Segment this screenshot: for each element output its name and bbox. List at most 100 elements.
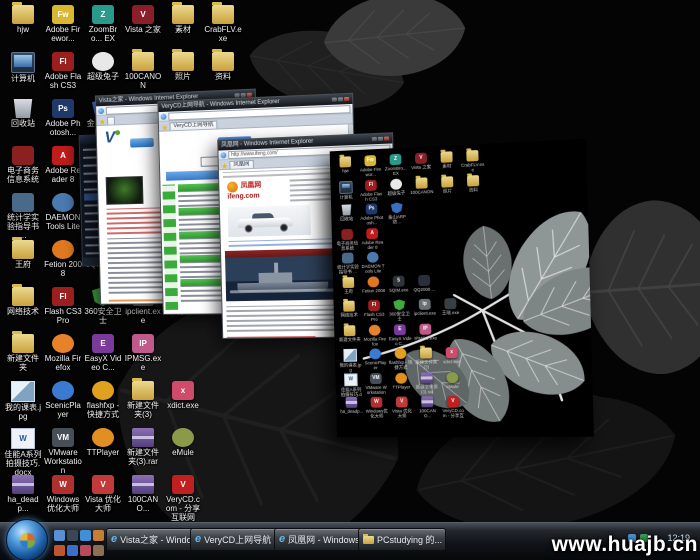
desktop-icon[interactable]: 统计学实验指导书 … bbox=[4, 193, 42, 240]
desktop-icon[interactable]: TTPlayer bbox=[389, 372, 413, 389]
desktop-icon[interactable]: 电子商务信息系统 bbox=[4, 146, 42, 184]
desktop-icon[interactable]: 资料 bbox=[461, 174, 485, 192]
back-icon[interactable] bbox=[98, 107, 104, 113]
desktop-icon[interactable]: FlAdobe Flash CS3 bbox=[359, 179, 383, 202]
desktop-icon[interactable]: PsAdobe Photosh... bbox=[44, 99, 82, 137]
desktop-icon[interactable]: VVeryCD.com - 分享互联网 bbox=[441, 396, 465, 418]
desktop-icon[interactable]: Fetion 2008 bbox=[362, 276, 386, 293]
desktop-icon[interactable]: VVista 之家 bbox=[124, 5, 162, 34]
desktop-icon[interactable]: EEasyX Video C... bbox=[84, 334, 122, 372]
desktop-icon[interactable]: 100CANO... bbox=[124, 475, 162, 513]
back-icon[interactable] bbox=[220, 152, 226, 158]
desktop-icon[interactable]: 网络技术 bbox=[4, 287, 42, 316]
desktop-icon[interactable]: eMule bbox=[440, 371, 464, 388]
desktop-icon[interactable]: FwAdobe Firewor... bbox=[44, 5, 82, 43]
quick-launch-icon[interactable] bbox=[80, 530, 91, 541]
desktop-icon[interactable]: 我的课表.jpg bbox=[339, 349, 363, 373]
desktop-icon[interactable]: 360安全卫士 bbox=[387, 299, 411, 321]
desktop-icon[interactable]: 计算机 bbox=[334, 180, 357, 200]
desktop-icon[interactable]: W佳能A系列拍摄技巧.docx bbox=[339, 373, 363, 397]
desktop-icon[interactable]: 照片 bbox=[435, 175, 459, 193]
flip3d-desktop-panel[interactable]: hjw计算机回收站电子商务信息系统统计学实验指导书 …王府网络技术新建文件夹我的… bbox=[330, 139, 594, 438]
desktop-icon[interactable]: eMule bbox=[164, 428, 202, 457]
desktop-icon[interactable]: QQ2008 ... bbox=[412, 274, 436, 292]
desktop-icon[interactable]: Mozilla Firefox bbox=[44, 334, 82, 372]
desktop-icon[interactable]: flashfxp - 快捷方式 bbox=[389, 348, 413, 370]
taskbar-button[interactable]: e凤凰网 - Windows... bbox=[274, 528, 362, 551]
vista-home-button[interactable] bbox=[130, 138, 154, 148]
desktop-icon[interactable]: 素材 bbox=[164, 5, 202, 34]
desktop-icon[interactable]: IPIPMSG.exe bbox=[124, 334, 162, 372]
desktop-icon[interactable]: ha_deadp... bbox=[4, 475, 42, 513]
desktop-icon[interactable]: 新建文件夹 bbox=[4, 334, 42, 372]
desktop-icon[interactable]: 超级兔子 bbox=[84, 52, 122, 81]
desktop-icon[interactable]: WWindows优化大师 bbox=[365, 397, 389, 419]
desktop-icon[interactable]: AAdobe Reader 8 bbox=[360, 227, 384, 249]
tab-vista-home[interactable] bbox=[107, 116, 115, 124]
desktop-icon[interactable]: CrabFLV.exe bbox=[460, 150, 485, 173]
taskbar-button[interactable]: eVeryCD上网导航 - ... bbox=[190, 528, 278, 551]
desktop-icon[interactable]: FlAdobe Flash CS3 bbox=[44, 52, 82, 90]
desktop-icon[interactable]: 电子商务信息系统 bbox=[336, 228, 360, 250]
tab-ifeng[interactable]: 凤凰网 bbox=[229, 160, 253, 169]
quick-launch-icon[interactable] bbox=[93, 545, 104, 556]
favorites-star-icon[interactable] bbox=[162, 125, 168, 131]
desktop-icon[interactable]: flashfxp - 快捷方式 bbox=[84, 381, 122, 419]
desktop-icon[interactable]: 100CANO... bbox=[415, 396, 439, 418]
desktop-icon[interactable]: ZZoomBro... EX bbox=[84, 5, 122, 43]
desktop-icon[interactable]: VVista 之家 bbox=[409, 152, 433, 170]
desktop-icon[interactable]: FlFlash CS3 Pro bbox=[362, 300, 386, 322]
window-controls[interactable] bbox=[372, 136, 389, 141]
desktop-icon[interactable]: IPIPMSG.exe bbox=[413, 323, 437, 340]
quick-launch-icon[interactable] bbox=[80, 545, 91, 556]
favorites-star-icon[interactable] bbox=[222, 163, 228, 169]
desktop-icon[interactable]: 100CANON bbox=[410, 177, 434, 195]
desktop-icon[interactable]: VMVMware Workstation bbox=[44, 428, 82, 475]
desktop-icon[interactable]: CrabFLV.exe bbox=[204, 5, 242, 43]
desktop-icon[interactable]: 计算机 bbox=[4, 52, 42, 83]
desktop-icon[interactable]: hjw bbox=[334, 156, 357, 174]
desktop-icon[interactable]: VVista 优化大师 bbox=[84, 475, 122, 513]
desktop-icon[interactable]: W佳能A系列拍摄技巧.docx bbox=[4, 428, 42, 477]
desktop-icon[interactable]: 素材 bbox=[435, 151, 459, 169]
desktop-icon[interactable]: 回收站 bbox=[335, 204, 358, 222]
back-icon[interactable] bbox=[161, 113, 167, 119]
desktop-icon[interactable]: 我的课表.jpg bbox=[4, 381, 42, 421]
desktop-icon[interactable]: ZZoomBro... EX bbox=[384, 153, 408, 176]
desktop-icon[interactable]: 资料 bbox=[204, 52, 242, 81]
quick-launch-icon[interactable] bbox=[54, 545, 65, 556]
desktop-icon[interactable]: 新建文件夹(3).rar bbox=[124, 428, 162, 466]
desktop-icon[interactable]: AAdobe Reader 8 bbox=[44, 146, 82, 184]
desktop-icon[interactable]: VMVMware Workstation bbox=[364, 372, 388, 394]
desktop-icon[interactable]: 新建文件夹(3) bbox=[414, 347, 438, 369]
desktop-icon[interactable]: 照片 bbox=[164, 52, 202, 81]
desktop-icon[interactable]: 新建文件夹(3).rar bbox=[415, 372, 439, 394]
desktop-icon[interactable]: 新建文件夹(3) bbox=[124, 381, 162, 419]
quick-launch-icon[interactable] bbox=[54, 530, 65, 541]
desktop-icon[interactable]: 回收站 bbox=[4, 99, 42, 128]
desktop-icon[interactable]: Fetion 2008 bbox=[44, 240, 82, 278]
desktop-icon[interactable]: FwAdobe Firewor... bbox=[359, 155, 383, 178]
desktop-icon[interactable]: DAEMON Tools Lite bbox=[361, 251, 385, 273]
taskbar-button[interactable]: eVista之家 - Windo... bbox=[106, 528, 194, 551]
window-controls[interactable] bbox=[332, 97, 349, 102]
desktop-icon[interactable]: xxdict.exe bbox=[164, 381, 202, 410]
favorites-star-icon[interactable] bbox=[99, 119, 105, 125]
desktop-icon[interactable]: 100CANON bbox=[124, 52, 162, 90]
desktop-icon[interactable]: VVista 优化大师 bbox=[390, 396, 414, 418]
desktop-icon[interactable]: DAEMON Tools Lite bbox=[44, 193, 82, 231]
desktop-icon[interactable]: 王府 bbox=[337, 276, 360, 293]
quick-launch-icon[interactable] bbox=[93, 530, 104, 541]
desktop-icon[interactable]: ipipclient.exe bbox=[413, 299, 437, 316]
taskbar-button[interactable]: PCstudying 的... bbox=[358, 528, 446, 551]
desktop-icon[interactable]: EEasyX Video C... bbox=[388, 324, 412, 346]
desktop-icon[interactable]: hjw bbox=[4, 5, 42, 34]
desktop-icon[interactable]: 王晓.exe bbox=[438, 298, 462, 316]
desktop-icon[interactable]: 网络技术 bbox=[337, 300, 360, 317]
start-button[interactable] bbox=[6, 519, 48, 560]
desktop-icon[interactable]: FlFlash CS3 Pro bbox=[44, 287, 82, 325]
desktop-icon[interactable]: 金山ARP防… bbox=[385, 202, 409, 225]
desktop-icon[interactable]: WWindows优化大师 bbox=[44, 475, 82, 513]
desktop-icon[interactable]: xxdict.exe bbox=[440, 347, 464, 364]
quick-launch-icon[interactable] bbox=[67, 545, 78, 556]
